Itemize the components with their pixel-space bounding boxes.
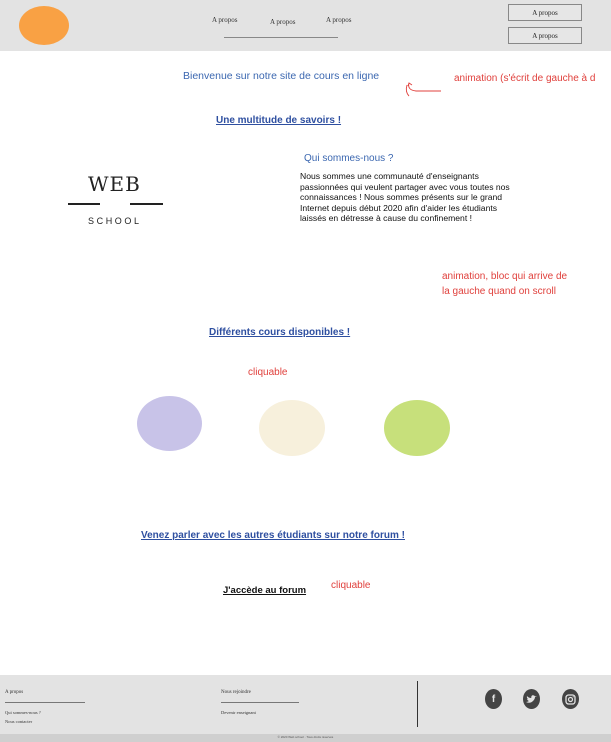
about-title: Qui sommes-nous ? [304,153,394,164]
course-circle-3[interactable] [384,400,450,456]
forum-heading[interactable]: Venez parler avec les autres étudiants s… [141,530,405,541]
footer-link-contact[interactable]: Nous contacter [5,719,32,724]
logo-school-text: SCHOOL [88,216,142,226]
annotation-scroll-line2: la gauche quand on scroll [442,286,556,297]
course-circle-2[interactable] [259,400,325,456]
footer-link-who[interactable]: Qui sommes-nous ? [5,710,41,715]
arrow-icon [405,82,441,97]
header-button-1[interactable]: A propos [508,4,582,21]
footer-divider [417,681,418,727]
logo-placeholder[interactable] [19,6,69,45]
nav-link-about-2[interactable]: A propos [270,18,295,26]
footer-col1-title: A propos [5,690,24,695]
nav-underline [224,37,338,38]
footer-link-teacher[interactable]: Devenir enseignant [221,710,256,715]
annotation-clickable-courses: cliquable [248,367,288,378]
about-paragraph: Nous sommes une communauté d'enseignants… [300,171,510,223]
twitter-icon[interactable] [523,689,540,709]
courses-heading[interactable]: Différents cours disponibles ! [209,327,350,338]
main-nav: A propos A propos A propos [200,16,370,40]
logo-line-left [68,203,100,205]
facebook-icon[interactable]: f [485,689,502,709]
forum-button[interactable]: J'accède au forum [223,585,306,596]
site-footer: A propos Qui sommes-nous ? Nous contacte… [0,675,611,734]
logo-line-right [130,203,163,205]
copyright-text: © 2020 Web school · Tous droits réservés [277,735,334,739]
webschool-logo: WEB SCHOOL [66,170,166,230]
logo-web-text: WEB [88,172,141,196]
nav-link-about-1[interactable]: A propos [212,16,237,24]
footer-col2-rule [221,702,299,703]
footer-col1-rule [5,702,85,703]
site-header: A propos A propos A propos A propos A pr… [0,0,611,51]
savoirs-link[interactable]: Une multitude de savoirs ! [216,115,341,126]
copyright-bar: © 2020 Web school · Tous droits réservés [0,734,611,742]
header-button-2[interactable]: A propos [508,27,582,44]
annotation-clickable-forum: cliquable [331,580,371,591]
footer-col2-title: Nous rejoindre [221,690,251,695]
instagram-icon[interactable] [562,689,579,709]
welcome-text: Bienvenue sur notre site de cours en lig… [183,70,380,82]
annotation-typing: animation (s'écrit de gauche à d [454,73,596,84]
course-circle-1[interactable] [137,396,202,451]
annotation-scroll-line1: animation, bloc qui arrive de [442,271,568,282]
nav-link-about-3[interactable]: A propos [326,16,351,24]
